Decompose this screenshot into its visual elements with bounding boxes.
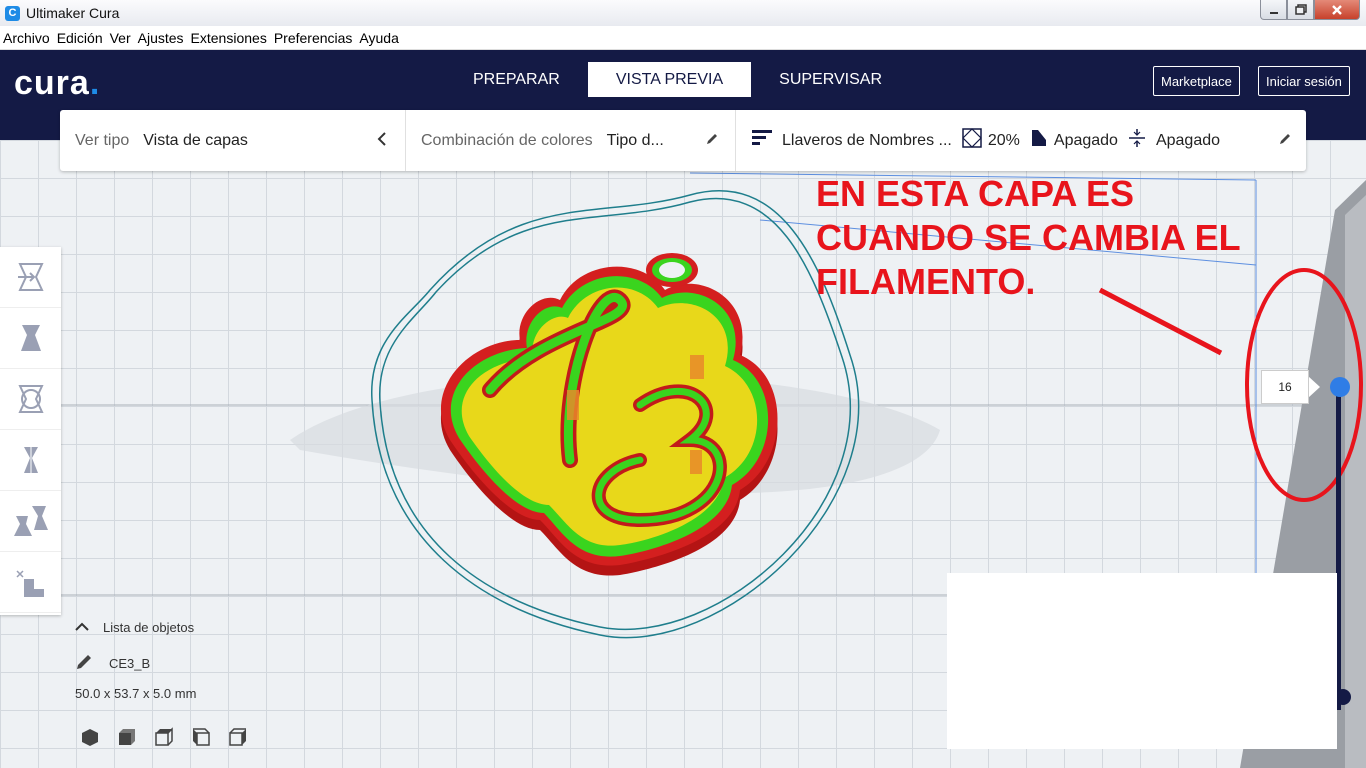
menu-ayuda[interactable]: Ayuda [359,30,398,46]
object-list-toggle[interactable]: Lista de objetos [75,620,196,635]
tab-supervisar[interactable]: SUPERVISAR [751,62,910,97]
object-info-panel: Lista de objetos CE3_B 50.0 x 53.7 x 5.0… [75,620,196,701]
profile-name: Llaveros de Nombres ... [782,131,952,149]
per-model-settings-icon [13,506,48,536]
print-settings-summary[interactable]: Llaveros de Nombres ... 20% Apagado Apag… [736,110,1306,171]
signin-button[interactable]: Iniciar sesión [1258,66,1350,96]
color-scheme-label: Combinación de colores [421,131,593,149]
menu-extensiones[interactable]: Extensiones [191,30,267,46]
tab-preparar[interactable]: PREPARAR [445,62,588,97]
view-type-selector[interactable]: Ver tipo Vista de capas [60,110,406,171]
maximize-button[interactable] [1287,0,1314,20]
view-left-icon[interactable] [191,727,228,752]
object-dimensions: 50.0 x 53.7 x 5.0 mm [75,686,197,701]
rotate-icon [17,385,44,413]
restore-icon [1294,4,1307,15]
window-controls [1260,0,1360,20]
tab-vista-previa[interactable]: VISTA PREVIA [587,62,752,97]
logo-dot: . [89,64,101,102]
menu-edicion[interactable]: Edición [57,30,103,46]
move-icon [17,263,44,291]
support-blocker-icon [15,570,44,597]
view-top-icon[interactable] [154,727,191,752]
object-name-row[interactable]: CE3_B [75,653,196,674]
view-toolbar: Ver tipo Vista de capas Combinación de c… [60,110,1306,171]
pencil-icon[interactable] [1278,132,1292,149]
rotate-tool-button[interactable] [0,369,61,430]
menu-bar: Archivo Edición Ver Ajustes Extensiones … [0,26,1366,50]
color-scheme-selector[interactable]: Combinación de colores Tipo d... [406,110,736,171]
view-right-icon[interactable] [228,727,265,752]
per-model-settings-button[interactable] [0,491,61,552]
blank-panel [947,573,1337,749]
window-title: Ultimaker Cura [26,5,120,21]
menu-ver[interactable]: Ver [110,30,131,46]
view-type-label: Ver tipo [75,131,130,149]
scale-tool-button[interactable] [0,308,61,369]
cura-app-icon: C [5,5,20,21]
support-icon [1030,128,1048,153]
pencil-icon [75,653,93,674]
adhesion-icon [1128,128,1146,153]
view-3d-icon[interactable] [80,727,117,752]
stage-tabs: PREPARAR VISTA PREVIA SUPERVISAR [445,62,910,97]
support-value: Apagado [1053,131,1118,149]
profile-icon [752,128,772,153]
infill-icon [962,128,982,153]
view-type-value: Vista de capas [143,131,248,149]
close-icon [1332,4,1342,15]
chevron-left-icon[interactable] [377,132,387,149]
view-front-icon[interactable] [117,727,154,752]
left-toolbar [0,247,61,615]
close-button[interactable] [1314,0,1360,20]
pencil-icon[interactable] [705,132,719,149]
minimize-button[interactable] [1260,0,1287,20]
mirror-tool-button[interactable] [0,430,61,491]
menu-ajustes[interactable]: Ajustes [138,30,184,46]
adhesion-value: Apagado [1155,131,1221,149]
object-name: CE3_B [109,656,151,671]
logo-text: cura [14,64,90,102]
infill-value: 20% [987,131,1020,149]
mirror-icon [23,445,38,475]
minimize-icon [1269,11,1278,14]
menu-archivo[interactable]: Archivo [3,30,50,46]
window-titlebar: C Ultimaker Cura [0,0,1366,26]
chevron-up-icon [75,620,89,635]
move-tool-button[interactable] [0,247,61,308]
menu-preferencias[interactable]: Preferencias [274,30,353,46]
support-blocker-button[interactable] [0,552,61,613]
cura-logo: cura. [14,64,100,103]
annotation-text: EN ESTA CAPA ES CUANDO SE CAMBIA EL FILA… [816,173,1241,302]
layer-number-input[interactable]: 16 [1261,370,1309,404]
marketplace-button[interactable]: Marketplace [1153,66,1240,96]
scale-icon [20,325,41,351]
color-scheme-value: Tipo d... [606,131,664,149]
camera-view-buttons [80,727,265,752]
object-list-label: Lista de objetos [103,620,195,635]
